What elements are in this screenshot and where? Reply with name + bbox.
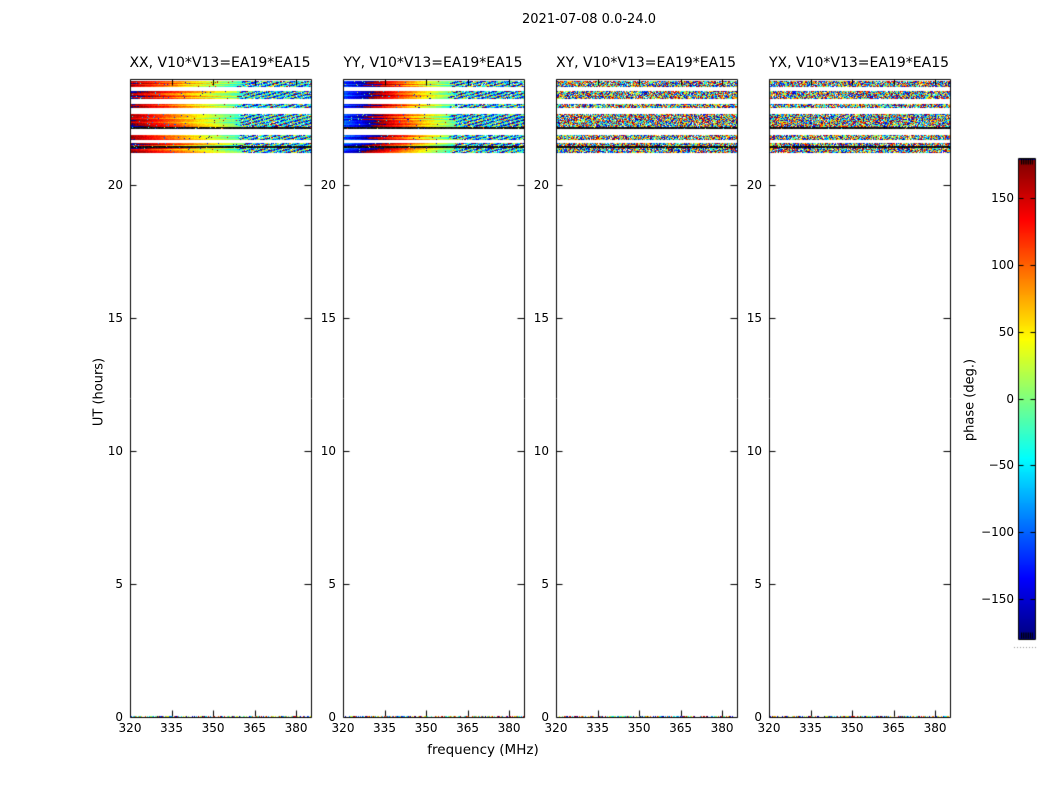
- y-tick-label-p2-5: 5: [328, 577, 336, 592]
- plot-canvas: [0, 0, 1050, 800]
- x-tick-label-p4-335: 335: [799, 721, 822, 735]
- y-tick-label-p3-10: 10: [533, 444, 549, 459]
- x-tick-label-p4-380: 380: [923, 721, 947, 735]
- y-tick-label-p4-15: 15: [746, 311, 762, 326]
- x-tick-label-p1-350: 350: [201, 721, 225, 735]
- x-tick-label-p2-365: 365: [456, 721, 479, 735]
- panel-title-xy: XY, V10*V13=EA19*EA15: [555, 55, 737, 71]
- y-tick-label-p1-20: 20: [107, 178, 123, 193]
- colorbar-tick-label--150: −150: [981, 591, 1014, 606]
- x-axis-label: frequency (MHz): [427, 742, 539, 758]
- colorbar-tick-label-100: 100: [991, 257, 1014, 272]
- x-tick-label-p3-335: 335: [586, 721, 609, 735]
- colorbar-tick-label--50: −50: [988, 458, 1014, 473]
- x-tick-label-p2-380: 380: [497, 721, 521, 735]
- colorbar-tick-label-150: 150: [991, 191, 1014, 206]
- x-tick-label-p1-335: 335: [160, 721, 183, 735]
- y-tick-label-p4-0: 0: [754, 710, 762, 724]
- y-axis-label: UT (hours): [91, 357, 107, 427]
- figure: { "chart_data": { "type": "heatmap", "ti…: [0, 0, 1050, 800]
- y-tick-label-p2-15: 15: [320, 311, 336, 326]
- panel-title-yx: YX, V10*V13=EA19*EA15: [768, 55, 950, 71]
- y-tick-label-p3-20: 20: [533, 178, 549, 193]
- y-tick-label-p2-10: 10: [320, 444, 336, 459]
- x-tick-label-p2-350: 350: [414, 721, 438, 735]
- x-tick-label-p1-365: 365: [243, 721, 266, 735]
- y-tick-label-p3-5: 5: [541, 577, 549, 592]
- x-tick-label-p4-350: 350: [840, 721, 864, 735]
- y-tick-label-p1-5: 5: [115, 577, 123, 592]
- colorbar-tick-label--100: −100: [981, 525, 1014, 540]
- x-tick-label-p2-335: 335: [373, 721, 396, 735]
- x-tick-label-p3-380: 380: [710, 721, 734, 735]
- x-tick-label-p3-365: 365: [669, 721, 692, 735]
- y-tick-label-p2-0: 0: [328, 710, 336, 724]
- y-tick-label-p3-15: 15: [533, 311, 549, 326]
- colorbar-tick-label-50: 50: [998, 324, 1014, 339]
- x-tick-label-p1-380: 380: [284, 721, 308, 735]
- y-tick-label-p1-15: 15: [107, 311, 123, 326]
- y-tick-label-p1-10: 10: [107, 444, 123, 459]
- x-tick-label-p4-365: 365: [882, 721, 905, 735]
- colorbar-tick-label-0: 0: [1006, 391, 1014, 406]
- y-tick-label-p1-0: 0: [115, 710, 123, 724]
- panel-title-yy: YY, V10*V13=EA19*EA15: [343, 55, 523, 71]
- x-tick-label-p3-350: 350: [627, 721, 651, 735]
- figure-title: 2021-07-08 0.0-24.0: [522, 12, 656, 27]
- y-tick-label-p2-20: 20: [320, 178, 336, 193]
- y-tick-label-p4-10: 10: [746, 444, 762, 459]
- y-tick-label-p4-20: 20: [746, 178, 762, 193]
- panel-title-xx: XX, V10*V13=EA19*EA15: [129, 55, 311, 71]
- y-tick-label-p3-0: 0: [541, 710, 549, 724]
- y-tick-label-p4-5: 5: [754, 577, 762, 592]
